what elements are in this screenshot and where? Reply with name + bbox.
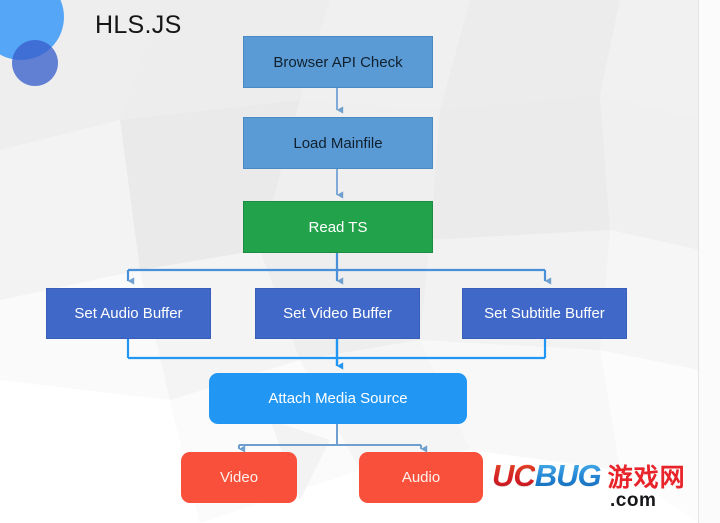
node-label: Video bbox=[219, 469, 259, 486]
node-attach-media-source[interactable]: Attach Media Source bbox=[209, 373, 467, 424]
node-set-video-buffer[interactable]: Set Video Buffer bbox=[255, 288, 420, 339]
node-label: Read TS bbox=[308, 218, 368, 236]
watermark-chinese-text: 游戏网 bbox=[607, 463, 686, 492]
node-label: Attach Media Source bbox=[268, 390, 408, 407]
watermark-domain-text: .com bbox=[610, 490, 657, 511]
watermark-brand-row: UC BUG 游戏网 bbox=[492, 458, 686, 494]
node-set-subtitle-buffer[interactable]: Set Subtitle Buffer bbox=[462, 288, 627, 339]
site-watermark: UC BUG 游戏网 .com bbox=[492, 458, 686, 512]
node-load-mainfile[interactable]: Load Mainfile bbox=[243, 117, 433, 169]
node-label: Set Audio Buffer bbox=[74, 305, 183, 322]
node-label: Audio bbox=[401, 469, 441, 486]
watermark-bug-text: BUG bbox=[534, 458, 602, 493]
node-audio[interactable]: Audio bbox=[359, 452, 483, 503]
node-set-audio-buffer[interactable]: Set Audio Buffer bbox=[46, 288, 211, 339]
node-label: Set Subtitle Buffer bbox=[484, 305, 605, 322]
node-read-ts[interactable]: Read TS bbox=[243, 201, 433, 253]
node-label: Set Video Buffer bbox=[283, 305, 392, 322]
watermark-uc-text: UC bbox=[492, 458, 536, 493]
node-label: Browser API Check bbox=[273, 53, 403, 71]
diagram-canvas: HLS.JS Browser API Check Load Mainfile R… bbox=[0, 0, 720, 523]
node-video[interactable]: Video bbox=[181, 452, 297, 503]
node-browser-api-check[interactable]: Browser API Check bbox=[243, 36, 433, 88]
node-label: Load Mainfile bbox=[293, 134, 383, 152]
